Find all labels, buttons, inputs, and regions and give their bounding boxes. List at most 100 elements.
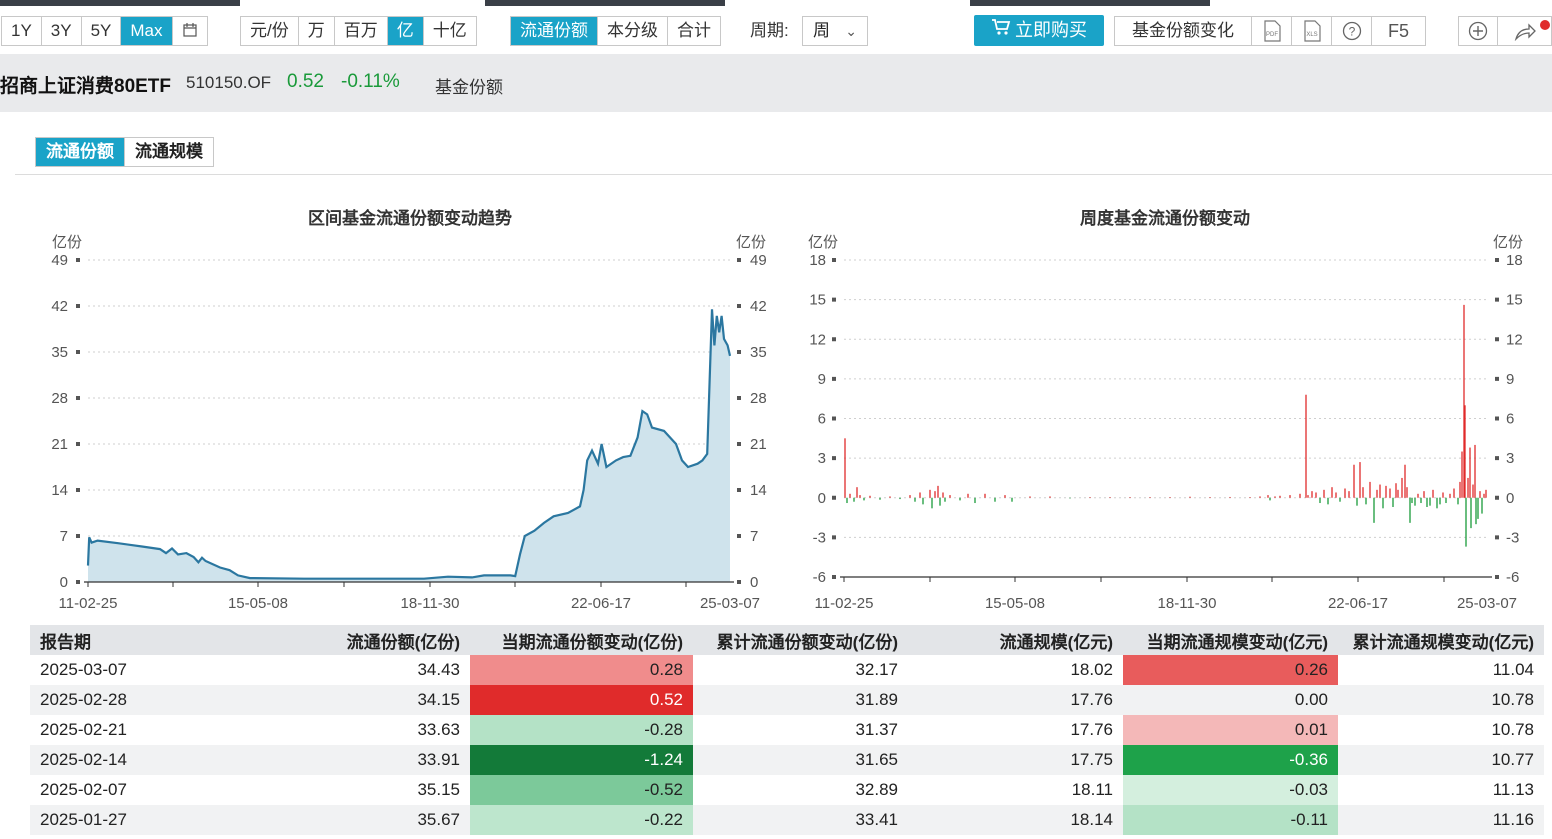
y-tick-label: 0 [818, 490, 826, 507]
x-tick-label: 18-11-30 [401, 595, 460, 612]
y-tick-label: -6 [813, 569, 826, 586]
tick-marker [76, 304, 80, 308]
x-tick-label: 22-06-17 [571, 595, 631, 612]
table-row[interactable]: 2025-01-27 35.67 -0.22 33.41 18.14 -0.11 11.16 [30, 805, 1544, 835]
fund-section-label: 基金份额 [435, 78, 503, 97]
column-header-2[interactable]: 当期流通份额变动(亿份) [470, 625, 693, 655]
fund-price: 0.52 [287, 71, 324, 92]
fund-change: -0.11% [341, 71, 400, 92]
column-header-1[interactable]: 流通份额(亿份) [280, 625, 470, 655]
y-tick-label: 28 [51, 390, 68, 407]
column-header-5[interactable]: 当期流通规模变动(亿元) [1123, 625, 1338, 655]
unit-button-4[interactable]: 十亿 [424, 17, 476, 45]
x-tick-label: 15-05-08 [985, 595, 1045, 612]
range-button-0[interactable]: 1Y [2, 17, 42, 45]
y2-tick-label: 12 [1506, 331, 1523, 348]
svg-text:?: ? [1348, 25, 1355, 39]
y2-tick-label: 15 [1506, 292, 1523, 309]
period-select[interactable]: 周 ⌄ [802, 16, 868, 46]
tick-marker [1495, 416, 1499, 421]
cell-scale_cum: 10.78 [1491, 720, 1534, 739]
view-button-1[interactable]: 本分级 [598, 17, 668, 45]
cell-shares: 35.67 [280, 805, 470, 835]
range-button-1[interactable]: 3Y [42, 17, 82, 45]
chevron-down-icon: ⌄ [845, 23, 857, 39]
refresh-f5-button[interactable]: F5 [1372, 16, 1426, 46]
y2-tick-label: 3 [1506, 450, 1514, 467]
unit-button-3[interactable]: 亿 [387, 17, 424, 45]
y-tick-label: 21 [51, 436, 68, 453]
cell-scale: 17.75 [908, 745, 1123, 775]
column-header-4[interactable]: 流通规模(亿元) [908, 625, 1123, 655]
y2-tick-label: 14 [750, 482, 767, 499]
cell-shares: 33.91 [280, 745, 470, 775]
share-change-button[interactable]: 基金份额变化 [1114, 16, 1252, 46]
table-row[interactable]: 2025-03-07 34.43 0.28 32.17 18.02 0.26 11.04 [30, 655, 1544, 685]
y2-tick-label: 0 [750, 574, 758, 591]
period-select-value: 周 [813, 21, 830, 40]
tick-marker [76, 350, 80, 354]
column-header-3[interactable]: 累计流通份额变动(亿份) [693, 625, 908, 655]
cell-scale_cum: 10.77 [1338, 745, 1544, 775]
unit-button-1[interactable]: 万 [299, 17, 335, 45]
unit-button-2[interactable]: 百万 [335, 17, 388, 45]
tick-marker [1495, 297, 1499, 302]
column-header-6[interactable]: 累计流通规模变动(亿元) [1338, 625, 1544, 655]
subtab-1[interactable]: 流通规模 [125, 138, 213, 166]
table-row[interactable]: 2025-02-28 34.15 0.52 31.89 17.76 0.00 10.78 [30, 685, 1544, 715]
table-row[interactable]: 2025-02-21 33.63 -0.28 31.37 17.76 0.01 10.78 [30, 715, 1544, 745]
cell-scale_chg: 0.00 [1123, 685, 1338, 715]
y2-tick-label: 7 [750, 528, 758, 545]
calendar-icon[interactable] [173, 17, 207, 45]
help-icon[interactable]: ? [1332, 16, 1372, 46]
y2-tick-label: 0 [1506, 490, 1514, 507]
y-tick-label: 49 [51, 252, 68, 269]
y2-tick-label: -6 [1506, 569, 1519, 586]
view-button-2[interactable]: 合计 [668, 17, 720, 45]
x-tick-label: 25-03-07 [1457, 595, 1517, 612]
unit-button-0[interactable]: 元/份 [241, 17, 299, 45]
tick-marker [737, 534, 741, 538]
divider [15, 174, 1552, 175]
cell-scale_chg: -0.36 [1123, 745, 1338, 775]
cell-scale_chg: -0.03 [1123, 775, 1338, 805]
y2-tick-label: 6 [1506, 411, 1514, 428]
left-y-unit: 亿份 [52, 234, 82, 251]
cell-scale_chg: -0.11 [1123, 805, 1338, 835]
tick-marker [1495, 337, 1499, 342]
cell-shares: 33.63 [417, 720, 460, 739]
column-header-0[interactable]: 报告期 [30, 625, 280, 655]
tick-marker [76, 488, 80, 492]
y2-tick-label: 49 [750, 252, 767, 269]
table-header-row: 报告期 流通份额(亿份) 当期流通份额变动(亿份) 累计流通份额变动(亿份) 流通规模(… [30, 625, 1544, 655]
x-tick-label: 11-02-25 [59, 595, 118, 612]
y-tick-label: 18 [809, 252, 826, 269]
table-row[interactable]: 2025-02-07 35.15 -0.52 32.89 18.11 -0.03 11.13 [30, 775, 1544, 805]
y2-tick-label: 35 [750, 344, 767, 361]
table-row[interactable]: 2025-02-14 33.91 -1.24 31.65 17.75 -0.36 10.77 [30, 745, 1544, 775]
cell-date: 2025-03-07 [40, 660, 127, 679]
y-tick-label: 7 [60, 528, 68, 545]
cart-icon [991, 15, 1011, 46]
range-button-3[interactable]: Max [121, 17, 173, 45]
unit-button-group: 元/份万百万亿十亿 [240, 16, 477, 46]
tick-marker [832, 495, 836, 500]
share-trend-chart: 亿份 亿份 0 0 7 7 14 14 21 21 28 28 35 35 42 42 49 49 11-02-25… [51, 234, 767, 612]
view-button-0[interactable]: 流通份额 [511, 17, 598, 45]
tick-marker [832, 297, 836, 302]
add-icon[interactable] [1458, 16, 1498, 46]
cell-cum: 31.89 [693, 685, 908, 715]
tick-marker [832, 456, 836, 461]
share-change-table: 报告期 流通份额(亿份) 当期流通份额变动(亿份) 累计流通份额变动(亿份) 流通规模(… [30, 625, 1544, 835]
tick-marker [737, 304, 741, 308]
cell-cum: 32.89 [855, 780, 898, 799]
range-button-2[interactable]: 5Y [82, 17, 122, 45]
cell-scale_cum: 11.04 [1492, 660, 1534, 679]
weekly-share-change-chart: 亿份 亿份 -6 -6 -3 -3 0 0 3 3 6 6 9 9 12 12 15 15 18 18 11-02-25… [808, 234, 1523, 612]
cell-scale: 18.02 [1070, 660, 1113, 679]
buy-now-button[interactable]: 立即购买 [974, 15, 1104, 46]
xls-export-icon[interactable]: XLS [1292, 16, 1332, 46]
pdf-export-icon[interactable]: PDF [1252, 16, 1292, 46]
subtab-0[interactable]: 流通份额 [36, 138, 125, 166]
tick-marker [76, 580, 80, 584]
